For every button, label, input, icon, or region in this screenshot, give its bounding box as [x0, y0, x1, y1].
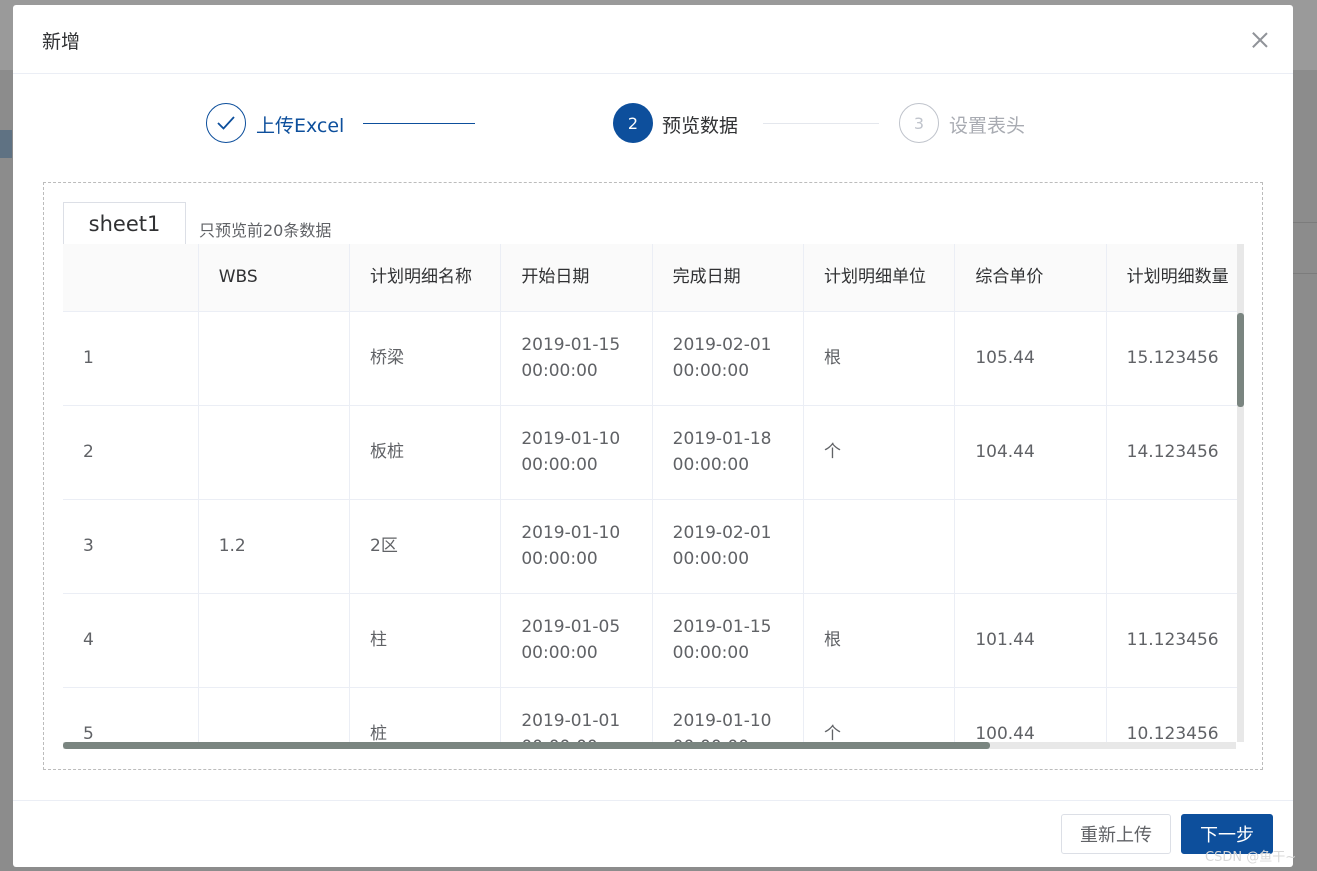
step-connector-2 [763, 123, 879, 124]
table-cell: 104.44 [954, 405, 1107, 500]
table-cell: 15.123456 [1106, 311, 1237, 406]
column-header: 综合单价 [954, 244, 1107, 312]
table-cell: 1 [63, 311, 199, 406]
table-cell: 桩 [349, 687, 502, 742]
table-cell [803, 499, 956, 594]
table-cell: 10.123456 [1106, 687, 1237, 742]
column-header: 计划明细名称 [349, 244, 502, 312]
column-header: 完成日期 [652, 244, 805, 312]
table-header-row: WBS 计划明细名称 开始日期 完成日期 计划明细单位 综合单价 计划明细数量 [63, 244, 1237, 312]
table-cell: 100.44 [954, 687, 1107, 742]
table-cell: 2019-01-01 00:00:00 [500, 687, 653, 742]
column-header: 开始日期 [500, 244, 653, 312]
table-cell [954, 499, 1107, 594]
table-cell: 105.44 [954, 311, 1107, 406]
table-row: 4 柱 2019-01-05 00:00:00 2019-01-15 00:00… [63, 593, 1237, 688]
watermark: CSDN @鱼干~ [1205, 850, 1297, 865]
table-cell: 2019-02-01 00:00:00 [652, 499, 805, 594]
column-header: 计划明细数量 [1106, 244, 1237, 312]
step-connector-1 [363, 123, 475, 124]
table-cell: 2019-02-01 00:00:00 [652, 311, 805, 406]
table-cell [198, 687, 351, 742]
column-header [63, 244, 199, 312]
table-cell: 板桩 [349, 405, 502, 500]
table-cell: 14.123456 [1106, 405, 1237, 500]
table-row: 1 桥梁 2019-01-15 00:00:00 2019-02-01 00:0… [63, 311, 1237, 406]
dialog-header: 新增 [13, 5, 1293, 74]
background-page-sidebar-marker [0, 130, 12, 158]
add-dialog: 新增 上传Excel 2 预览数据 3 设置表头 sheet1 只预览前20条数… [13, 5, 1293, 867]
step-3-label: 设置表头 [949, 115, 1026, 137]
table-cell: 2019-01-10 00:00:00 [652, 687, 805, 742]
close-icon[interactable] [1249, 29, 1271, 51]
table-cell: 根 [803, 593, 956, 688]
background-page-divider [1293, 222, 1317, 274]
column-header: 计划明细单位 [803, 244, 956, 312]
table-row: 3 1.2 2区 2019-01-10 00:00:00 2019-02-01 … [63, 499, 1237, 594]
step-2-label: 预览数据 [662, 115, 739, 137]
table-cell: 101.44 [954, 593, 1107, 688]
table-row: 2 板桩 2019-01-10 00:00:00 2019-01-18 00:0… [63, 405, 1237, 500]
preview-area: sheet1 只预览前20条数据 WBS 计划明细名称 开始日期 完成日期 计划… [43, 182, 1263, 770]
table-cell: 2019-01-15 00:00:00 [500, 311, 653, 406]
table-cell: 2区 [349, 499, 502, 594]
step-1-label: 上传Excel [256, 115, 345, 137]
table-cell: 11.123456 [1106, 593, 1237, 688]
table-cell [198, 593, 351, 688]
column-header: WBS [198, 244, 351, 312]
preview-table: WBS 计划明细名称 开始日期 完成日期 计划明细单位 综合单价 计划明细数量 … [63, 244, 1237, 742]
table-cell: 4 [63, 593, 199, 688]
table-cell: 3 [63, 499, 199, 594]
steps-bar: 上传Excel 2 预览数据 3 设置表头 [13, 103, 1293, 145]
table-cell: 2019-01-10 00:00:00 [500, 499, 653, 594]
table-cell: 个 [803, 687, 956, 742]
table-cell: 柱 [349, 593, 502, 688]
sheet-tab[interactable]: sheet1 [63, 202, 186, 244]
table-cell: 个 [803, 405, 956, 500]
preview-hint: 只预览前20条数据 [199, 221, 332, 240]
table-cell: 2019-01-15 00:00:00 [652, 593, 805, 688]
step-1-check-icon [206, 103, 246, 143]
step-3-number: 3 [899, 103, 939, 143]
table-cell: 5 [63, 687, 199, 742]
dialog-title: 新增 [42, 31, 81, 53]
horizontal-scrollbar-thumb[interactable] [63, 742, 990, 749]
step-2-number: 2 [613, 103, 653, 143]
preview-table-container: WBS 计划明细名称 开始日期 完成日期 计划明细单位 综合单价 计划明细数量 … [63, 244, 1237, 742]
dialog-footer: 重新上传 下一步 [13, 800, 1293, 867]
table-cell: 2019-01-18 00:00:00 [652, 405, 805, 500]
table-cell: 2019-01-10 00:00:00 [500, 405, 653, 500]
table-cell: 桥梁 [349, 311, 502, 406]
table-row: 5 桩 2019-01-01 00:00:00 2019-01-10 00:00… [63, 687, 1237, 742]
table-cell [198, 405, 351, 500]
table-cell: 2 [63, 405, 199, 500]
reupload-button[interactable]: 重新上传 [1061, 814, 1171, 854]
table-cell: 2019-01-05 00:00:00 [500, 593, 653, 688]
checkmark-icon [217, 116, 235, 130]
vertical-scrollbar-thumb[interactable] [1237, 313, 1244, 407]
table-cell [198, 311, 351, 406]
table-cell: 根 [803, 311, 956, 406]
table-cell: 1.2 [198, 499, 351, 594]
table-cell [1106, 499, 1237, 594]
